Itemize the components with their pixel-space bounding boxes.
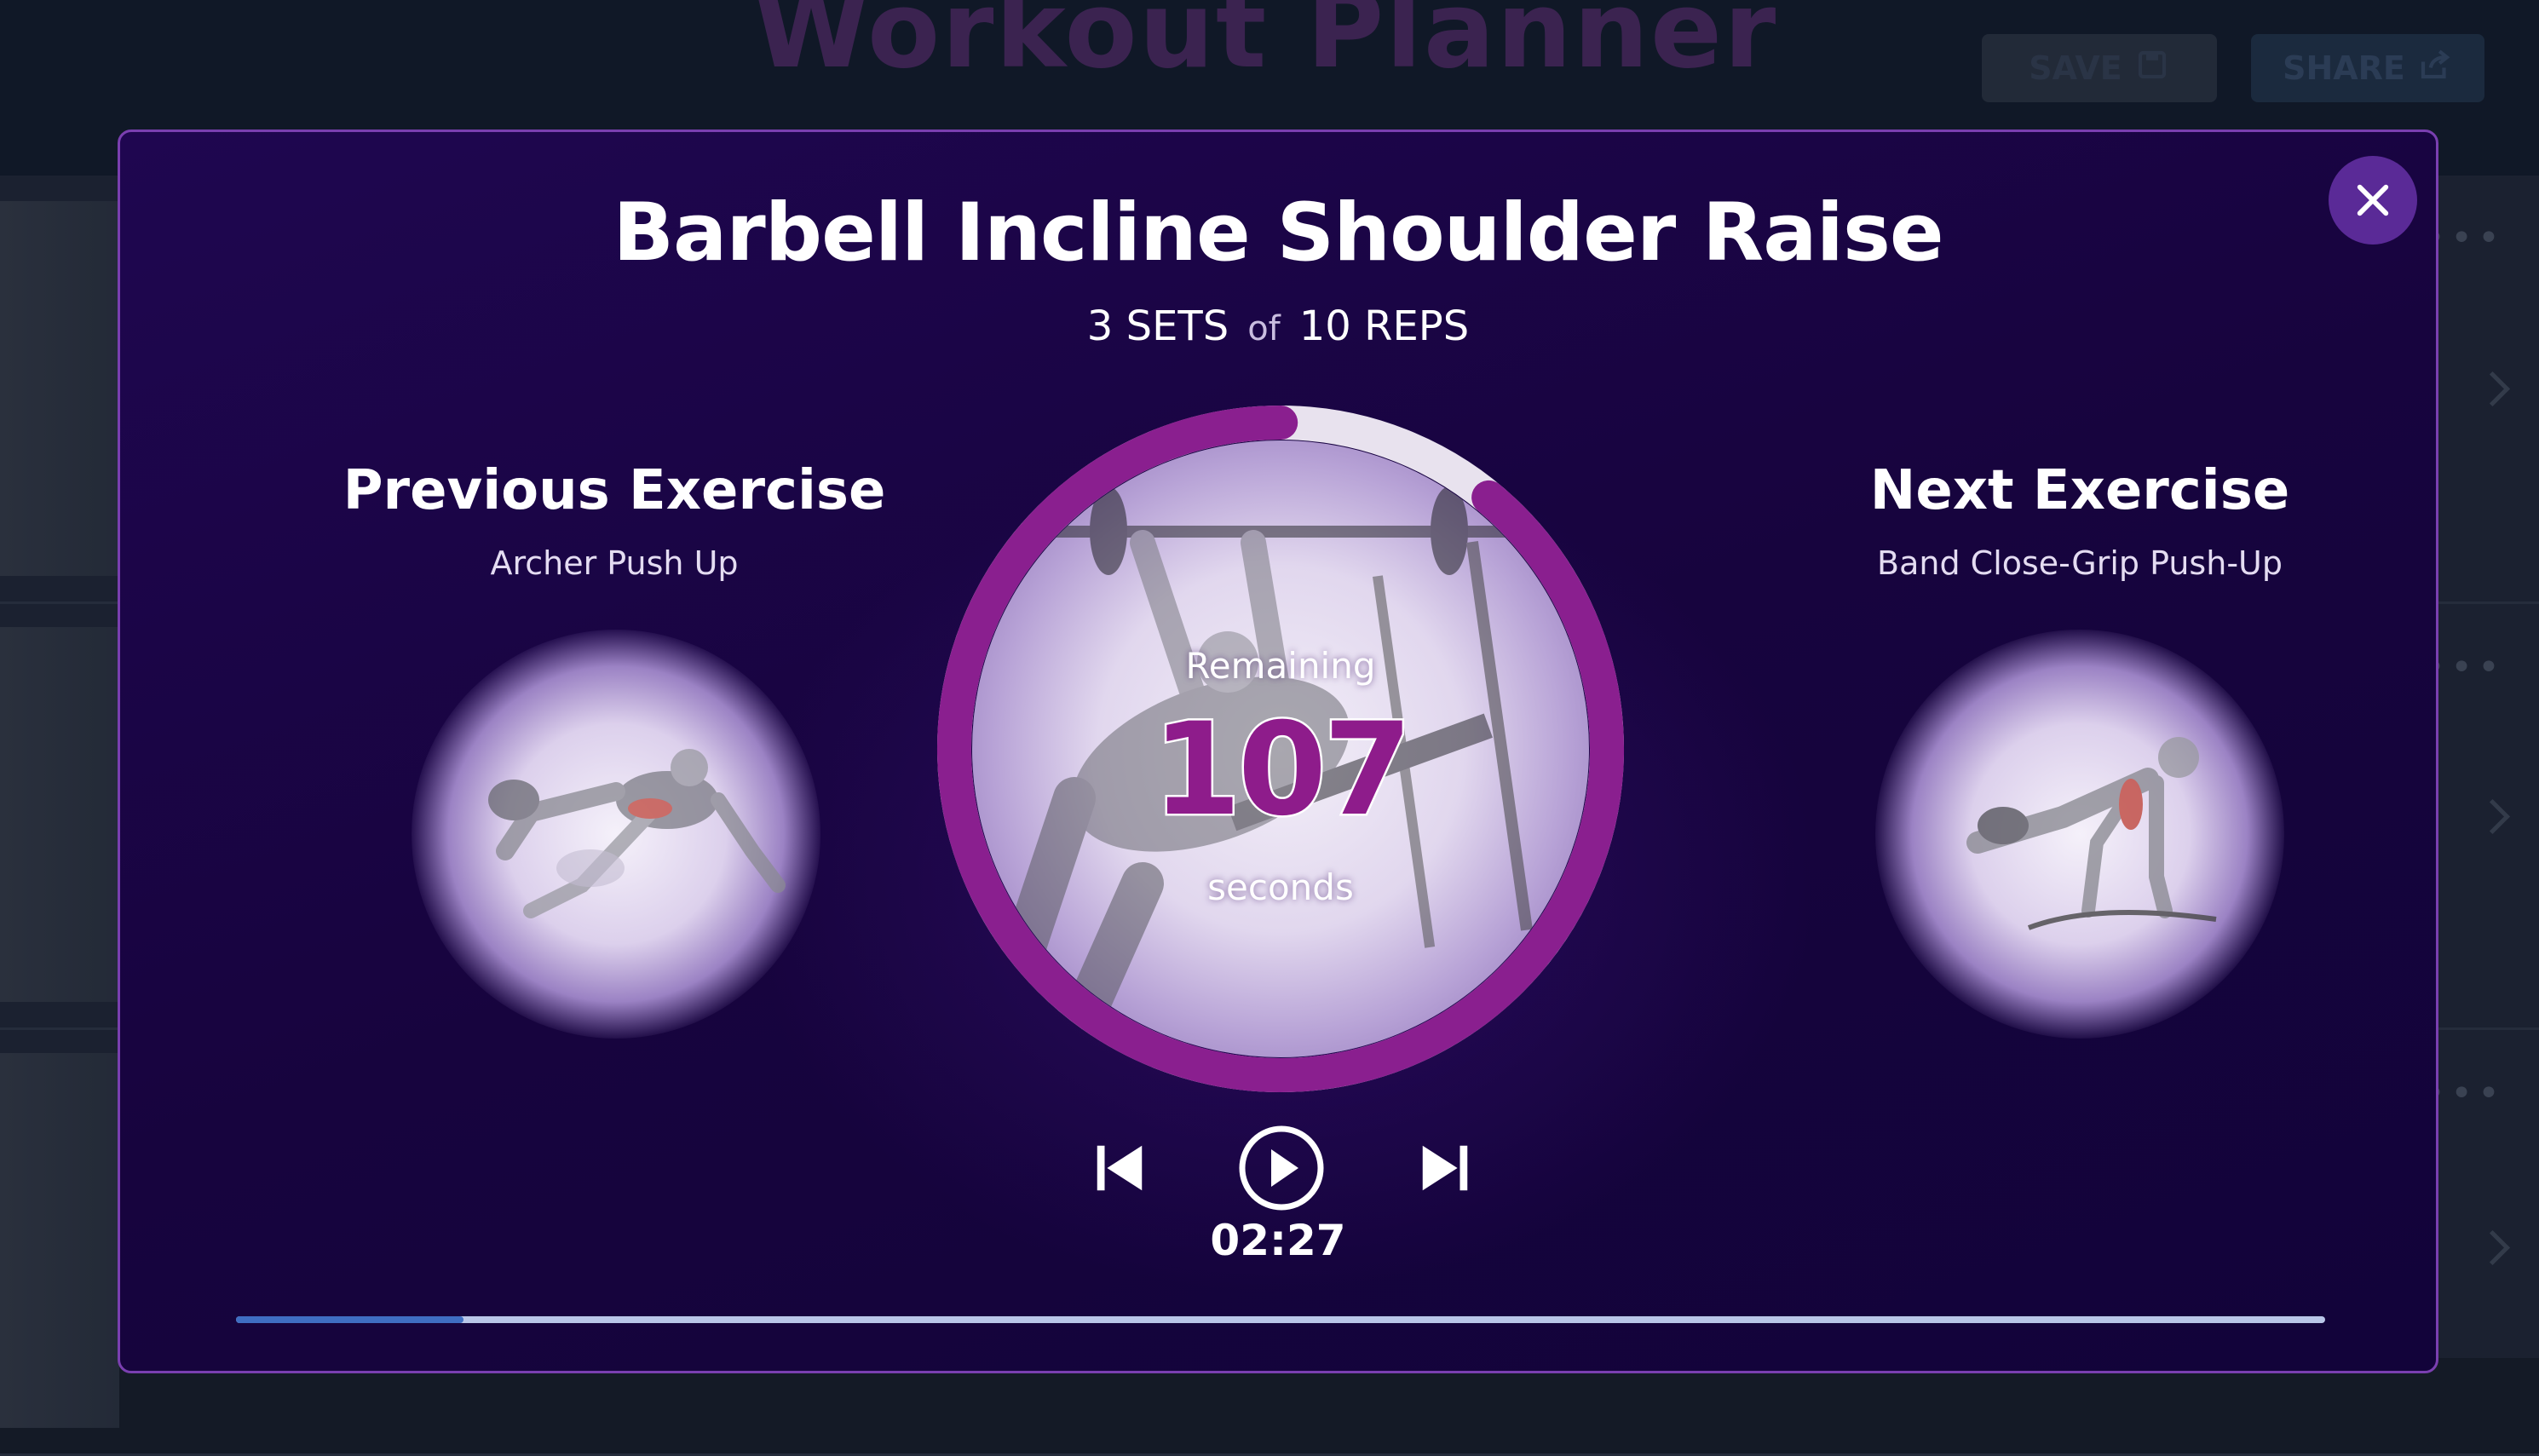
exercise-thumbnail: [0, 201, 119, 576]
sets-reps-summary: 3 SETS of 10 REPS: [120, 302, 2436, 350]
reps-value: 10 REPS: [1298, 302, 1470, 350]
workout-progress-fill: [236, 1316, 464, 1323]
skip-previous-icon: [1097, 1145, 1143, 1191]
share-button[interactable]: SHARE: [2251, 34, 2484, 102]
exercise-title: Barbell Incline Shoulder Raise: [613, 187, 1943, 279]
timer-label: Remaining: [1185, 645, 1376, 687]
next-exercise-heading: Next Exercise: [1869, 459, 2290, 522]
previous-exercise-heading: Previous Exercise: [343, 459, 886, 522]
previous-exercise-image[interactable]: [412, 630, 820, 1039]
sets-joiner: of: [1247, 309, 1281, 348]
exercise-timer-modal: Barbell Incline Shoulder Raise 3 SETS of 1…: [118, 129, 2438, 1373]
play-icon: [1239, 1125, 1324, 1211]
save-button[interactable]: SAVE: [1982, 34, 2217, 102]
elapsed-time: 02:27: [1210, 1216, 1346, 1265]
next-exercise-image[interactable]: [1875, 630, 2284, 1039]
share-label: SHARE: [2283, 49, 2405, 87]
sets-value: 3 SETS: [1086, 302, 1229, 350]
skip-next-icon: [1422, 1145, 1468, 1191]
countdown-timer: Remaining 107 seconds: [936, 405, 1625, 1093]
timer-value: 107: [1150, 694, 1414, 847]
chevron-right-icon[interactable]: [2474, 798, 2511, 835]
save-icon: [2134, 47, 2170, 90]
current-exercise-image: Remaining 107 seconds: [972, 440, 1589, 1057]
previous-button[interactable]: [1083, 1117, 1156, 1219]
share-icon: [2417, 47, 2453, 90]
workout-progress-bar[interactable]: [236, 1316, 2325, 1323]
next-exercise-name: Band Close-Grip Push-Up: [1877, 544, 2283, 582]
chevron-right-icon[interactable]: [2474, 371, 2511, 407]
playback-controls: [1083, 1117, 1475, 1219]
play-button[interactable]: [1235, 1117, 1328, 1219]
save-label: SAVE: [2029, 49, 2122, 87]
exercise-thumbnail: [0, 1053, 119, 1428]
timer-unit: seconds: [1207, 866, 1354, 908]
next-button[interactable]: [1408, 1117, 1482, 1219]
previous-exercise-name: Archer Push Up: [490, 544, 739, 582]
exercise-thumbnail: [0, 627, 119, 1002]
chevron-right-icon[interactable]: [2474, 1229, 2511, 1266]
